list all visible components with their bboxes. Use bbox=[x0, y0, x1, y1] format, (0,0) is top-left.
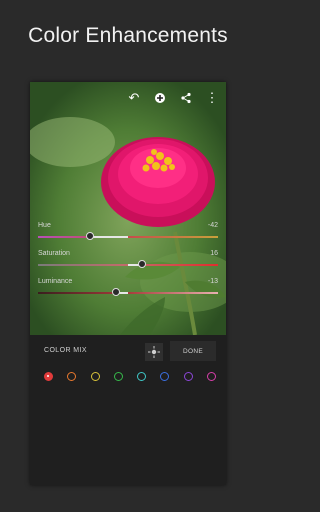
slider-value: 16 bbox=[210, 250, 218, 257]
photo-toolbar: ↶ ⋮ bbox=[124, 88, 222, 108]
color-swatches bbox=[44, 372, 216, 384]
slider-track[interactable] bbox=[38, 292, 218, 294]
slider-label: Luminance bbox=[38, 278, 73, 285]
target-icon bbox=[148, 346, 160, 358]
panel-title: COLOR MIX bbox=[44, 347, 87, 354]
more-icon[interactable]: ⋮ bbox=[202, 88, 222, 108]
done-button[interactable]: DONE bbox=[170, 341, 216, 361]
swatch-green[interactable] bbox=[113, 372, 123, 381]
undo-icon[interactable]: ↶ bbox=[124, 88, 144, 108]
color-mix-panel: COLOR MIX DONE Hue -42 Saturation 16 Luminan… bbox=[30, 222, 226, 485]
slider-track[interactable] bbox=[38, 236, 218, 238]
target-adjust-button[interactable] bbox=[145, 343, 163, 361]
color-mix-header: COLOR MIX DONE bbox=[30, 341, 226, 363]
slider-knob[interactable] bbox=[86, 232, 95, 240]
add-icon[interactable] bbox=[150, 88, 170, 108]
swatch-red[interactable] bbox=[44, 372, 53, 381]
slider-value: -42 bbox=[207, 222, 218, 229]
swatch-magenta[interactable] bbox=[206, 372, 216, 381]
swatch-aqua[interactable] bbox=[137, 372, 147, 381]
headline: Color Enhancements bbox=[28, 24, 228, 47]
slider-luminance: Luminance -13 bbox=[38, 278, 218, 302]
slider-hue: Hue -42 bbox=[38, 222, 218, 246]
phone-frame: ↶ ⋮ COLOR MIX DONE Hue -42 Saturation 16 Lum… bbox=[30, 82, 226, 485]
slider-label: Saturation bbox=[38, 250, 70, 257]
swatch-purple[interactable] bbox=[183, 372, 193, 381]
share-icon[interactable] bbox=[176, 88, 196, 108]
slider-value: -13 bbox=[207, 278, 218, 285]
slider-knob[interactable] bbox=[138, 260, 147, 268]
swatch-orange[interactable] bbox=[67, 372, 77, 381]
slider-fill bbox=[90, 236, 128, 238]
swatch-blue[interactable] bbox=[160, 372, 170, 381]
swatch-yellow[interactable] bbox=[90, 372, 100, 381]
slider-label: Hue bbox=[38, 222, 51, 229]
slider-knob[interactable] bbox=[112, 288, 121, 296]
slider-saturation: Saturation 16 bbox=[38, 250, 218, 274]
